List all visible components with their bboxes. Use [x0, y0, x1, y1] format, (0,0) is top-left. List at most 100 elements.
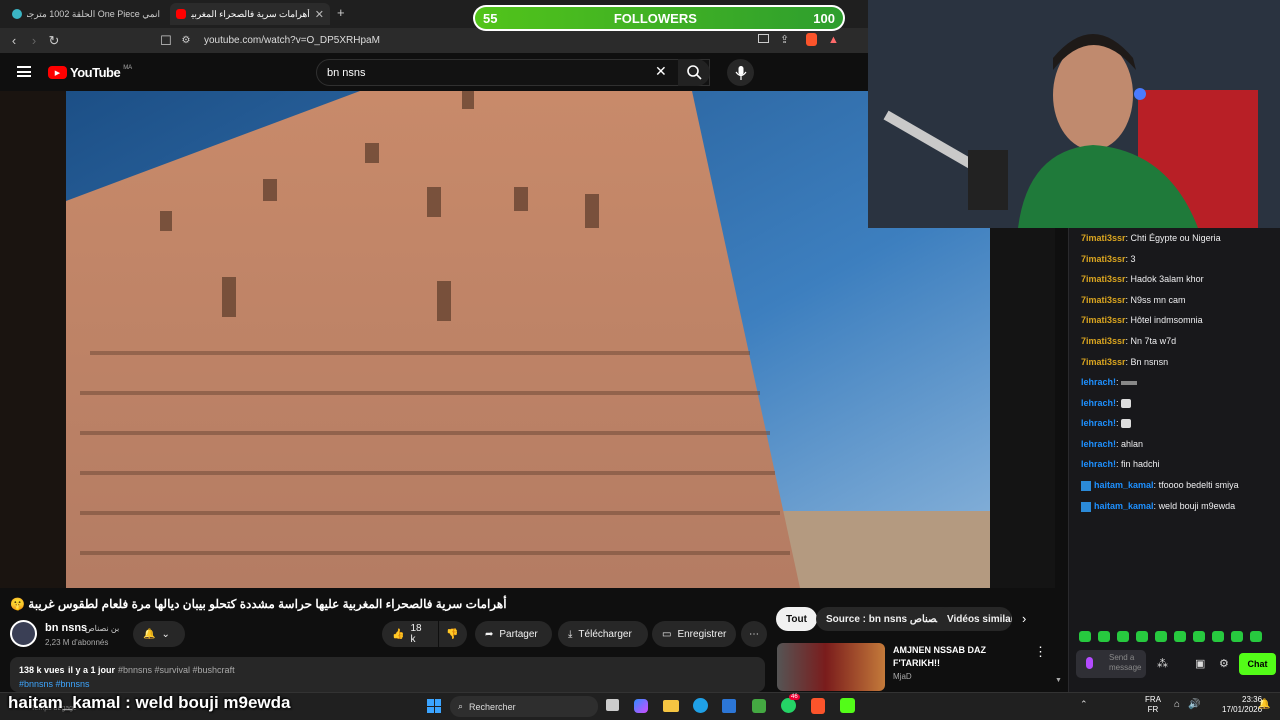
- menu-icon[interactable]: [17, 66, 31, 77]
- more-actions-button[interactable]: ⋯: [741, 621, 767, 647]
- emote-icon[interactable]: [1136, 631, 1148, 642]
- url-field[interactable]: youtube.com/watch?v=O_DP5XRHpaM: [204, 35, 380, 46]
- channel-avatar[interactable]: [10, 620, 37, 647]
- hashtags[interactable]: #bnnsns #survival #bushcraft: [118, 665, 235, 675]
- chat-username[interactable]: haitam_kamal: [1094, 480, 1154, 490]
- chat-username[interactable]: 7imati3ssr: [1081, 295, 1126, 305]
- emote-icon[interactable]: [1079, 631, 1091, 642]
- tab-youtube-video[interactable]: أهرامات سرية فالصحراء المغربية ✕: [170, 3, 330, 25]
- chat-send-button[interactable]: Chat: [1239, 653, 1276, 675]
- chat-text: fin hadchi: [1121, 459, 1160, 469]
- edge-icon[interactable]: [693, 698, 708, 713]
- chat-message: 7imati3ssr: Nn 7ta w7d: [1081, 336, 1177, 346]
- emote-icon[interactable]: [1174, 631, 1186, 642]
- app-icon[interactable]: [752, 699, 766, 713]
- like-button[interactable]: 👍 18 k: [382, 621, 438, 647]
- taskbar-search-label: Rechercher: [469, 701, 516, 712]
- save-label: Enregistrer: [677, 628, 727, 640]
- brave-rewards-icon[interactable]: ▲: [828, 34, 839, 46]
- chat-username[interactable]: lehrach!: [1081, 459, 1116, 469]
- filter-chip-all[interactable]: Tout: [776, 607, 817, 631]
- followers-label: FOLLOWERS: [613, 10, 697, 26]
- more-vertical-icon[interactable]: ⋮: [1034, 644, 1047, 660]
- play-logo-icon: ▶: [48, 66, 67, 79]
- clear-search-icon[interactable]: ✕: [655, 63, 667, 80]
- youtube-logo[interactable]: ▶ YouTube MA: [48, 65, 132, 80]
- chat-message: haitam_kamal: tfoooo bedelti smiya: [1081, 480, 1239, 491]
- lang-code-2: FR: [1147, 705, 1159, 714]
- chat-username[interactable]: haitam_kamal: [1094, 501, 1154, 511]
- filter-chip-similar[interactable]: Vidéos similai: [937, 607, 1012, 631]
- clock[interactable]: 23:36 17/01/2026: [1222, 695, 1262, 715]
- channel-points-icon[interactable]: ⁂: [1157, 657, 1168, 670]
- emote-icon[interactable]: [1193, 631, 1205, 642]
- followers-goal-fill: 55 FOLLOWERS 100: [475, 7, 843, 29]
- tray-overflow-icon[interactable]: ⌃: [1080, 699, 1088, 710]
- hashtags-secondary[interactable]: #bnnsns #bnnsns: [19, 679, 90, 689]
- download-button[interactable]: ⤓ Télécharger: [558, 621, 648, 647]
- cast-icon[interactable]: [758, 34, 769, 43]
- emote-icon[interactable]: [1155, 631, 1167, 642]
- voice-search-button[interactable]: [727, 59, 754, 86]
- kick-app-icon[interactable]: [840, 698, 855, 713]
- task-view-icon[interactable]: [606, 699, 619, 711]
- chat-username[interactable]: 7imati3ssr: [1081, 254, 1126, 264]
- share-icon[interactable]: ⇪: [780, 33, 789, 46]
- back-icon[interactable]: ‹: [4, 33, 24, 48]
- brave-icon[interactable]: [811, 698, 825, 714]
- bookmark-icon[interactable]: ☐: [156, 33, 176, 49]
- recommendation-channel[interactable]: MjaD: [893, 672, 912, 681]
- windows-start-icon[interactable]: [427, 699, 441, 713]
- emote-icon[interactable]: [1231, 631, 1243, 642]
- forward-icon[interactable]: ›: [24, 33, 44, 48]
- brave-shield-icon[interactable]: [806, 33, 817, 46]
- copilot-icon[interactable]: [634, 699, 648, 713]
- scroll-down-icon[interactable]: ▼: [1055, 677, 1062, 684]
- dislike-button[interactable]: 👎: [439, 621, 467, 647]
- bell-icon: 🔔: [143, 628, 156, 640]
- microphone-icon: [735, 65, 746, 80]
- chat-username[interactable]: 7imati3ssr: [1081, 233, 1126, 243]
- tab-one-piece[interactable]: انمي One Piece الحلقة 1002 مترجمة: [6, 3, 166, 25]
- emote-icon[interactable]: [1250, 631, 1262, 642]
- taskbar-search-box[interactable]: ⌕ Rechercher: [450, 696, 598, 717]
- recommendation-title[interactable]: AMJNEN NSSAB DAZ F'TARIKH!!: [893, 644, 1013, 670]
- emote-icon[interactable]: [1212, 631, 1224, 642]
- chat-username[interactable]: lehrach!: [1081, 439, 1116, 449]
- reload-icon[interactable]: ↻: [44, 33, 64, 49]
- save-button[interactable]: ▭ Enregistrer: [652, 621, 736, 647]
- emote-icon[interactable]: [1117, 631, 1129, 642]
- close-tab-icon[interactable]: ✕: [315, 8, 324, 21]
- share-button[interactable]: ➦ Partager: [475, 621, 552, 647]
- emote-icon: [1121, 419, 1132, 429]
- file-explorer-icon[interactable]: [663, 700, 679, 712]
- search-input[interactable]: bn nsns: [316, 59, 710, 86]
- network-icon[interactable]: ⌂: [1174, 699, 1180, 710]
- search-icon: ⌕: [458, 701, 464, 711]
- chat-username[interactable]: lehrach!: [1081, 418, 1116, 428]
- channel-name[interactable]: bn nsns: [45, 622, 87, 634]
- store-app-icon[interactable]: [722, 699, 736, 713]
- site-settings-icon[interactable]: ⚙: [176, 35, 196, 46]
- new-tab-button[interactable]: +: [337, 5, 345, 20]
- keyboard-language[interactable]: FRA FR: [1145, 695, 1161, 715]
- chat-username[interactable]: 7imati3ssr: [1081, 357, 1126, 367]
- emote-icon[interactable]: [1098, 631, 1110, 642]
- chat-username[interactable]: lehrach!: [1081, 398, 1116, 408]
- video-title: أهرامات سرية فالصحراء المغربية عليها حرا…: [10, 597, 507, 611]
- chat-message: lehrach!: ahlan: [1081, 439, 1144, 449]
- chat-input[interactable]: Send a message: [1076, 650, 1146, 678]
- whatsapp-icon[interactable]: [781, 698, 796, 713]
- store-icon[interactable]: ▣: [1195, 657, 1205, 670]
- settings-gear-icon[interactable]: ⚙: [1219, 657, 1229, 670]
- notification-bell-icon[interactable]: 🔔: [1258, 699, 1270, 710]
- chat-username[interactable]: lehrach!: [1081, 377, 1116, 387]
- subscribed-bell-button[interactable]: 🔔 ⌄: [133, 621, 185, 647]
- chat-username[interactable]: 7imati3ssr: [1081, 336, 1126, 346]
- recommendation-thumbnail[interactable]: [777, 643, 885, 691]
- chat-username[interactable]: 7imati3ssr: [1081, 315, 1126, 325]
- search-button[interactable]: [678, 59, 710, 86]
- chat-username[interactable]: 7imati3ssr: [1081, 274, 1126, 284]
- chevron-right-icon[interactable]: ›: [1022, 611, 1026, 626]
- volume-icon[interactable]: 🔊: [1188, 699, 1200, 710]
